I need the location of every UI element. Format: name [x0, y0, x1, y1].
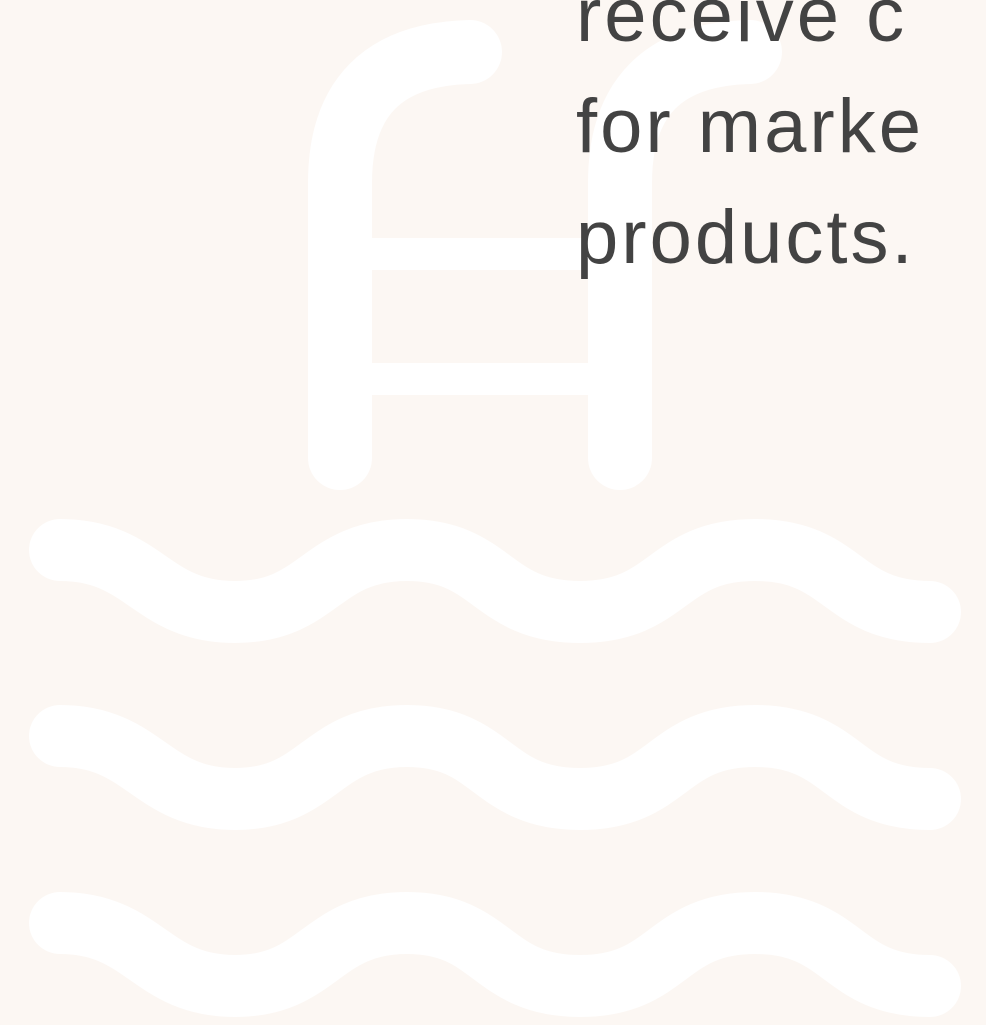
wave-middle	[29, 704, 961, 831]
ladder-steps	[370, 238, 592, 395]
ladder-step-lower	[370, 363, 592, 395]
wave-top	[29, 518, 961, 644]
ladder-step-upper	[370, 238, 592, 270]
body-copy-line: for marke	[576, 84, 924, 169]
body-copy: receive c for marke products.	[576, 0, 986, 293]
body-copy-line: receive c	[576, 0, 908, 58]
wave-bottom	[29, 891, 961, 1018]
body-copy-line: products.	[576, 195, 916, 280]
water-waves-icon	[29, 518, 961, 1018]
